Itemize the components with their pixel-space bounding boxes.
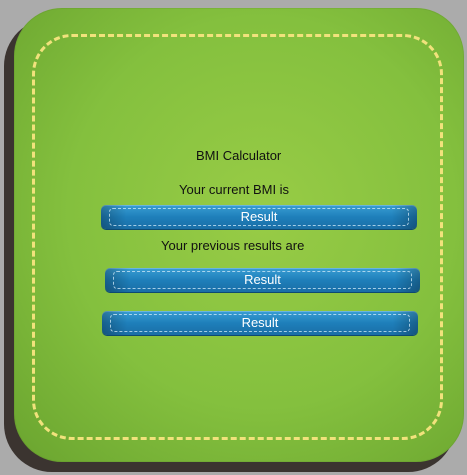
current-bmi-label: Your current BMI is	[179, 182, 290, 197]
page-title: BMI Calculator	[196, 148, 282, 163]
stitched-border	[32, 34, 443, 440]
previous-result-text-2: Result	[241, 315, 279, 330]
current-result-button[interactable]: Result	[101, 205, 417, 229]
current-result-text: Result	[240, 209, 278, 224]
previous-results-label: Your previous results are	[161, 238, 305, 253]
calculator-card	[14, 8, 464, 462]
previous-result-button-2[interactable]: Result	[102, 311, 418, 335]
previous-result-text-1: Result	[244, 272, 281, 287]
previous-result-button-1[interactable]: Result	[105, 268, 420, 292]
